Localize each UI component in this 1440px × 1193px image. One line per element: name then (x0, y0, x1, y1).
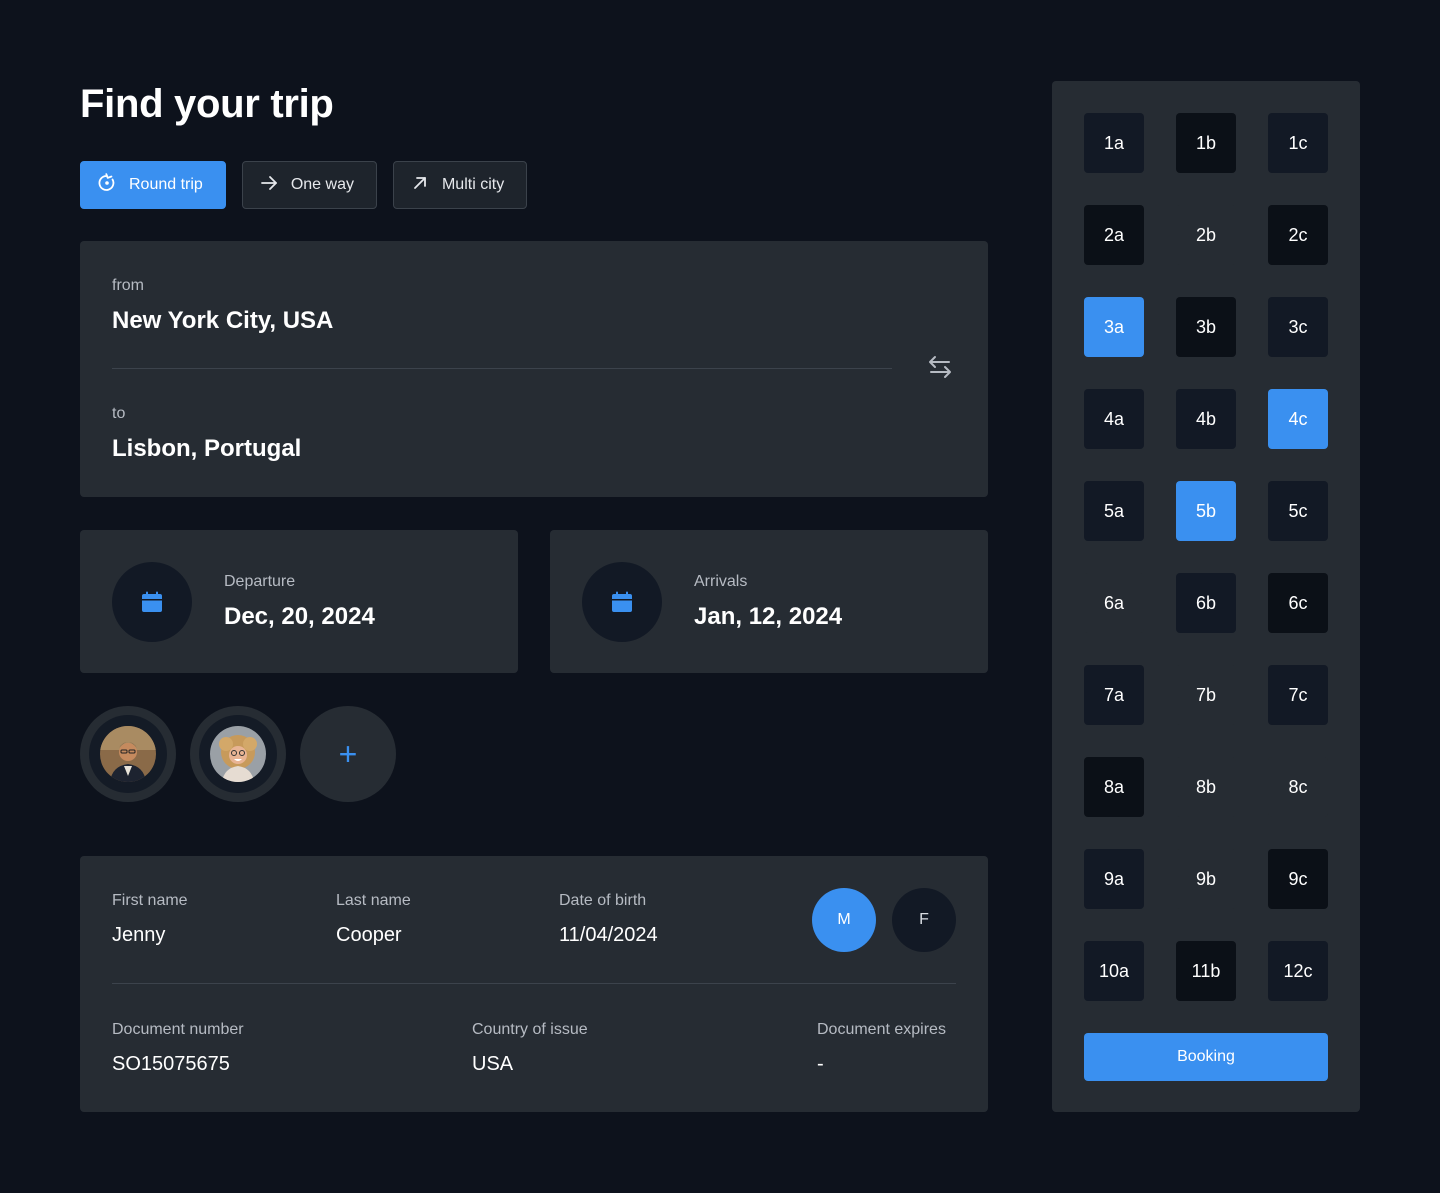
arrival-label: Arrivals (694, 573, 748, 590)
seat-10a[interactable]: 10a (1084, 941, 1144, 1001)
to-input[interactable]: Lisbon, Portugal (112, 435, 301, 463)
first-name-value: Jenny (112, 924, 166, 946)
country-label: Country of issue (472, 1021, 588, 1038)
from-input[interactable]: New York City, USA (112, 307, 333, 335)
page-title: Find your trip (80, 82, 334, 126)
seat-1c[interactable]: 1c (1268, 113, 1328, 173)
divider (112, 368, 892, 369)
seat-2a[interactable]: 2a (1084, 205, 1144, 265)
avatar (210, 726, 266, 782)
country-field[interactable]: Country of issue USA (472, 1021, 588, 1076)
seat-11b[interactable]: 11b (1176, 941, 1236, 1001)
seat-5c[interactable]: 5c (1268, 481, 1328, 541)
seat-1a[interactable]: 1a (1084, 113, 1144, 173)
calendar-icon (582, 562, 662, 642)
seat-8c[interactable]: 8c (1268, 757, 1328, 817)
seat-7b[interactable]: 7b (1176, 665, 1236, 725)
departure-label: Departure (224, 573, 296, 590)
document-expires-field[interactable]: Document expires - (817, 1021, 946, 1076)
seat-6c[interactable]: 6c (1268, 573, 1328, 633)
seat-9a[interactable]: 9a (1084, 849, 1144, 909)
seat-3b[interactable]: 3b (1176, 297, 1236, 357)
seat-4b[interactable]: 4b (1176, 389, 1236, 449)
seat-6a[interactable]: 6a (1084, 573, 1144, 633)
departure-date: Dec, 20, 2024 (224, 603, 375, 630)
round-trip-icon (97, 172, 117, 198)
passenger-avatar-2[interactable] (190, 706, 286, 802)
dob-field[interactable]: Date of birth 11/04/2024 (559, 892, 658, 947)
divider (112, 983, 956, 984)
dob-label: Date of birth (559, 892, 647, 909)
document-number-value: SO15075675 (112, 1053, 230, 1075)
seat-3c[interactable]: 3c (1268, 297, 1328, 357)
from-label: from (112, 277, 144, 294)
seat-8a[interactable]: 8a (1084, 757, 1144, 817)
seat-8b[interactable]: 8b (1176, 757, 1236, 817)
first-name-field[interactable]: First name Jenny (112, 892, 188, 947)
tab-one-way[interactable]: One way (241, 161, 377, 209)
seat-4c[interactable]: 4c (1268, 389, 1328, 449)
dob-value: 11/04/2024 (559, 924, 658, 946)
seat-4a[interactable]: 4a (1084, 389, 1144, 449)
last-name-field[interactable]: Last name Cooper (336, 892, 411, 947)
to-label: to (112, 405, 126, 422)
departure-card[interactable]: Departure Dec, 20, 2024 (80, 530, 518, 673)
swap-button[interactable] (924, 353, 956, 385)
tab-label: Multi city (441, 176, 505, 193)
booking-button[interactable]: Booking (1084, 1033, 1328, 1081)
swap-icon (927, 354, 953, 385)
avatar (100, 726, 156, 782)
document-number-label: Document number (112, 1021, 244, 1038)
document-expires-label: Document expires (817, 1021, 946, 1038)
seat-7a[interactable]: 7a (1084, 665, 1144, 725)
calendar-icon (112, 562, 192, 642)
arrow-up-right-icon (410, 173, 430, 198)
arrival-card[interactable]: Arrivals Jan, 12, 2024 (550, 530, 988, 673)
arrival-date: Jan, 12, 2024 (694, 603, 843, 630)
plus-icon: + (338, 735, 358, 772)
seat-9c[interactable]: 9c (1268, 849, 1328, 909)
last-name-label: Last name (336, 892, 411, 909)
country-value: USA (472, 1053, 514, 1075)
add-passenger-button[interactable]: + (300, 706, 396, 802)
seat-5a[interactable]: 5a (1084, 481, 1144, 541)
trip-type-tabs: Round trip One way Multi city (80, 161, 528, 209)
tab-round-trip[interactable]: Round trip (80, 161, 226, 209)
gender-male-button[interactable]: M (812, 888, 876, 952)
tab-label: One way (290, 176, 354, 193)
document-expires-value: - (817, 1053, 824, 1075)
seat-6b[interactable]: 6b (1176, 573, 1236, 633)
seat-3a[interactable]: 3a (1084, 297, 1144, 357)
seat-7c[interactable]: 7c (1268, 665, 1328, 725)
seat-2b[interactable]: 2b (1176, 205, 1236, 265)
last-name-value: Cooper (336, 924, 402, 946)
tab-label: Round trip (129, 176, 203, 193)
passenger-avatar-1[interactable] (80, 706, 176, 802)
seat-2c[interactable]: 2c (1268, 205, 1328, 265)
seat-5b[interactable]: 5b (1176, 481, 1236, 541)
first-name-label: First name (112, 892, 188, 909)
passenger-form: First name Jenny Last name Cooper Date o… (80, 856, 988, 1112)
tab-multi-city[interactable]: Multi city (392, 161, 528, 209)
route-card: from New York City, USA to Lisbon, Portu… (80, 241, 988, 497)
gender-female-button[interactable]: F (892, 888, 956, 952)
document-number-field[interactable]: Document number SO15075675 (112, 1021, 244, 1076)
seat-1b[interactable]: 1b (1176, 113, 1236, 173)
arrow-right-icon (259, 173, 279, 198)
seat-9b[interactable]: 9b (1176, 849, 1236, 909)
seat-12c[interactable]: 12c (1268, 941, 1328, 1001)
seat-map: Booking 1a 1b 1c 2a 2b 2c 3a 3b 3c 4a 4b 4c 5a 5b 5c 6a… (1052, 81, 1360, 1112)
